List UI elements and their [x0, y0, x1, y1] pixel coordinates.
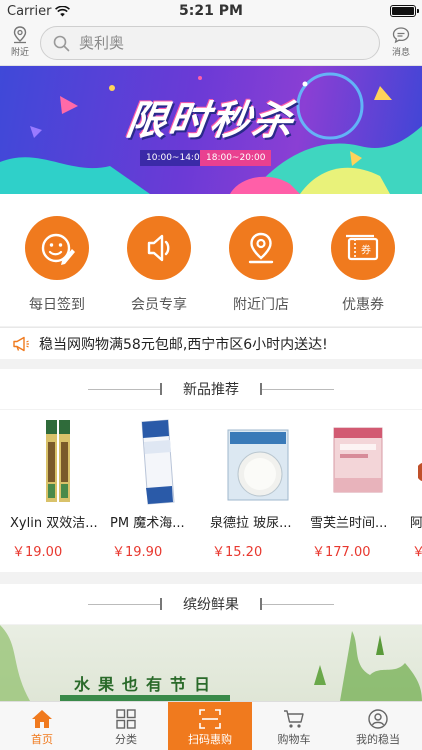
- bottom-tab-bar: 首页 分类 扫码惠购 购物车 我的稳当: [0, 701, 422, 750]
- menu-label-member: 会员专享: [131, 297, 187, 313]
- map-pin-icon: [229, 216, 293, 280]
- search-bar[interactable]: [40, 26, 380, 60]
- fruit-festival-text: 水果也有节日: [74, 675, 219, 694]
- product-price: ￥19.00: [12, 545, 63, 560]
- status-bar: Carrier 5:21 PM: [0, 0, 422, 22]
- product-image-sponge: [141, 419, 175, 505]
- megaphone-icon: [13, 336, 29, 351]
- tab-home[interactable]: 首页: [0, 702, 84, 750]
- messages-label: 消息: [391, 48, 410, 58]
- cart-icon: [284, 710, 304, 728]
- time-slot-2: 18:00~20:00: [200, 150, 272, 166]
- product-price: ￥19.90: [112, 545, 163, 560]
- divider-right: [262, 604, 334, 605]
- product-name: 阿: [410, 516, 422, 531]
- product-image-partial: [418, 462, 422, 482]
- product-price: ￥177.00: [312, 545, 371, 560]
- product-name: 雪芙兰时间...: [310, 516, 388, 531]
- notice-text: 稳当网购物满58元包邮,西宁市区6小时内送达!: [39, 336, 328, 353]
- nearby-label: 附近: [10, 48, 29, 58]
- tab-profile[interactable]: 我的稳当: [336, 702, 420, 750]
- menu-item-daily-checkin[interactable]: 每日签到: [12, 216, 102, 314]
- tab-cart[interactable]: 购物车: [252, 702, 336, 750]
- menu-label-coupon: 优惠券: [342, 297, 384, 313]
- status-right: [390, 5, 419, 17]
- flash-sale-banner[interactable]: 限时秒杀 10:00~14:00 18:00~20:00: [0, 66, 422, 194]
- tab-scan-buy[interactable]: 扫码惠购: [168, 702, 252, 750]
- search-icon: [53, 35, 70, 52]
- product-price: ￥15.20: [212, 545, 263, 560]
- product-image-face-mask: [227, 429, 289, 501]
- status-time: 5:21 PM: [179, 3, 243, 19]
- chat-icon: [392, 27, 410, 44]
- product-price: ￥: [412, 545, 422, 560]
- product-image-cream-box: [333, 427, 383, 493]
- search-input[interactable]: [79, 27, 369, 59]
- scan-icon: [199, 709, 221, 729]
- menu-item-coupon[interactable]: 券 优惠券: [318, 216, 408, 314]
- new-products-header: 新品推荐: [0, 369, 422, 409]
- location-icon: [13, 26, 27, 44]
- menu-item-member[interactable]: 会员专享: [114, 216, 204, 314]
- menu-item-nearby-stores[interactable]: 附近门店: [216, 216, 306, 314]
- product-image-toothbrush: [46, 420, 70, 502]
- app-screen: Carrier 5:21 PM 附近 奥利奥 消息 限时秒杀 10:00~14:…: [0, 0, 422, 750]
- tab-label-cart: 购物车: [277, 733, 311, 746]
- tab-category[interactable]: 分类: [84, 702, 168, 750]
- menu-label-nearby-stores: 附近门店: [233, 297, 289, 313]
- grid-icon: [116, 709, 136, 729]
- new-products-list: Xylin 双效洁... ￥19.00 PM 魔术海... ￥19.90 泉德拉…: [0, 410, 422, 572]
- user-icon: [368, 709, 388, 729]
- tab-label-category: 分类: [115, 733, 137, 746]
- new-products-title: 新品推荐: [183, 382, 239, 398]
- nearby-button[interactable]: 附近: [8, 26, 32, 58]
- tab-label-scan-buy: 扫码惠购: [188, 733, 232, 746]
- notice-bar[interactable]: 稳当网购物满58元包邮,西宁市区6小时内送达!: [0, 327, 422, 359]
- banner-title: 限时秒杀: [123, 98, 298, 144]
- divider-right: [262, 389, 334, 390]
- smiley-pen-icon: [25, 216, 89, 280]
- product-name: PM 魔术海...: [110, 516, 185, 531]
- tab-label-home: 首页: [31, 733, 53, 746]
- top-header: 附近 消息: [0, 22, 422, 66]
- tab-label-profile: 我的稳当: [356, 733, 400, 746]
- fresh-fruit-title: 缤纷鲜果: [183, 597, 239, 613]
- fresh-fruit-banner[interactable]: 水果也有节日: [0, 625, 422, 701]
- coupon-icon: 券: [331, 216, 395, 280]
- product-name: Xylin 双效洁...: [10, 516, 98, 531]
- fresh-fruit-header: 缤纷鲜果: [0, 584, 422, 624]
- home-icon: [32, 710, 52, 728]
- product-name: 泉德拉 玻尿...: [210, 516, 292, 531]
- menu-label-daily-checkin: 每日签到: [29, 297, 85, 313]
- messages-button[interactable]: 消息: [388, 26, 414, 58]
- quick-menu: 每日签到 会员专享 附近门店 券 优惠券: [0, 194, 422, 326]
- battery-icon: [390, 5, 419, 17]
- svg-text:券: 券: [361, 244, 371, 257]
- speaker-icon: [127, 216, 191, 280]
